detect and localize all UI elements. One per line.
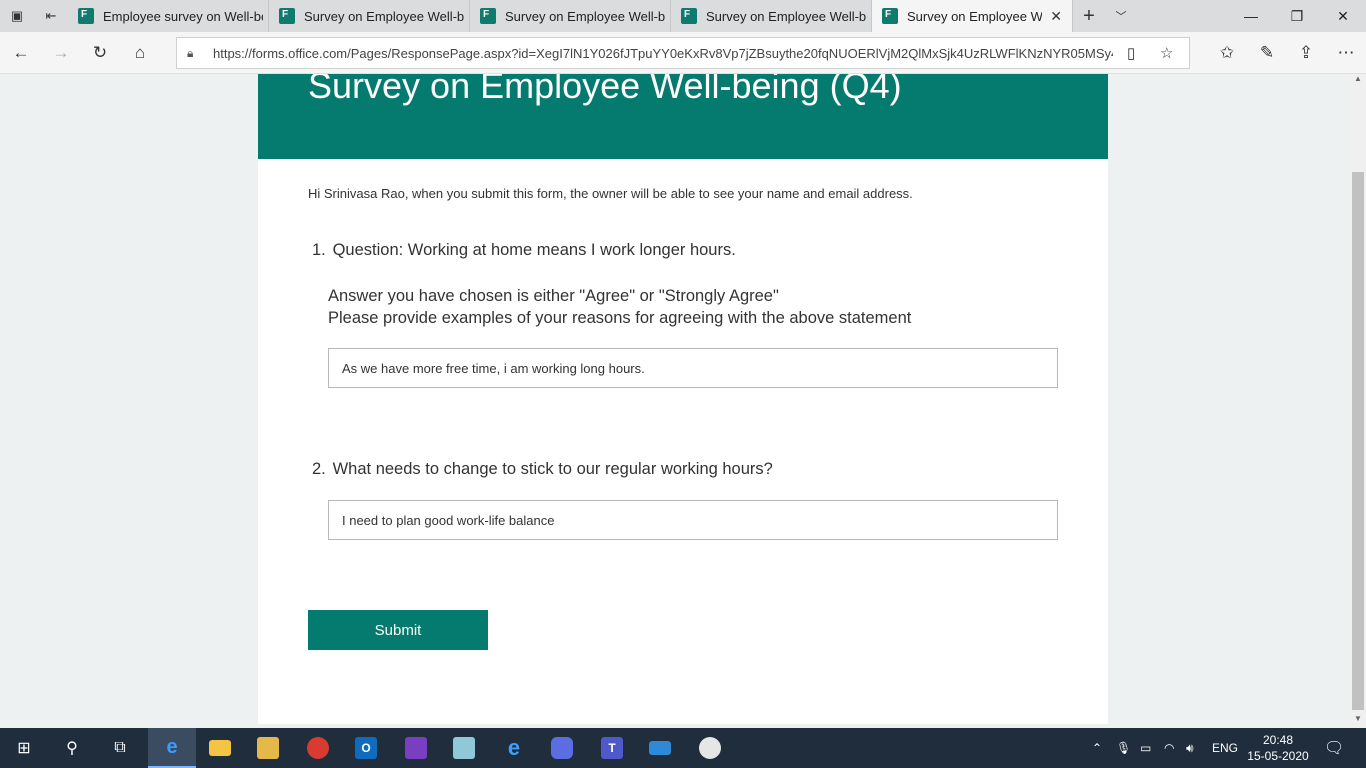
answer-1-input[interactable]: As we have more free time, i am working … — [328, 348, 1058, 388]
taskbar: ⊞ ⚲ ⧉ e O e T ⌃ 🎙︎ ▭ ◠ 🔊︎ ENG 20:48 15-0… — [0, 728, 1366, 768]
tab-label: Survey on Employee Well-b — [304, 8, 464, 24]
close-tab-icon[interactable]: ✕ — [1050, 8, 1062, 25]
chrome-icon[interactable] — [294, 728, 342, 768]
system-clock[interactable]: 20:48 15-05-2020 — [1244, 732, 1312, 764]
show-hidden-icons-icon[interactable]: ⌃ — [1092, 728, 1102, 768]
notifications-icon[interactable]: 🗨︎ — [1324, 728, 1344, 768]
back-icon[interactable]: ← — [8, 40, 34, 66]
tab-label: Employee survey on Well-be — [103, 8, 263, 24]
tab-label: Survey on Employee Well-b — [505, 8, 665, 24]
question-number: 1. — [312, 241, 326, 259]
question-number: 2. — [312, 460, 326, 478]
page-content: Survey on Employee Well-being (Q4) Hi Sr… — [0, 74, 1350, 728]
volume-icon[interactable]: 🔊︎ — [1186, 728, 1194, 768]
scrollbar-thumb[interactable] — [1352, 172, 1364, 710]
question-1: 1. Question: Working at home means I wor… — [312, 241, 736, 260]
minimize-icon[interactable]: — — [1228, 0, 1274, 32]
wifi-icon[interactable]: ◠ — [1164, 728, 1174, 768]
forward-icon[interactable]: → — [48, 40, 74, 66]
lock-icon: 🔒︎ — [187, 45, 194, 60]
forms-icon — [279, 8, 295, 24]
browser-tab-bar: ▣ ⇤ Employee survey on Well-be Survey on… — [0, 0, 1366, 32]
monitor-app-icon[interactable] — [636, 728, 684, 768]
paint-icon[interactable] — [686, 728, 734, 768]
forms-icon — [480, 8, 496, 24]
discord-icon[interactable] — [538, 728, 586, 768]
page-title: Survey on Employee Well-being (Q4) — [308, 74, 902, 106]
microphone-icon[interactable]: 🎙︎ — [1116, 728, 1131, 768]
scroll-up-icon[interactable]: ▲ — [1350, 74, 1366, 88]
close-window-icon[interactable]: ✕ — [1320, 0, 1366, 32]
start-windows-icon[interactable]: ⊞ — [0, 728, 48, 768]
tab-survey-2[interactable]: Survey on Employee Well-b — [269, 0, 470, 32]
question-2: 2. What needs to change to stick to our … — [312, 460, 773, 479]
home-icon[interactable]: ⌂ — [127, 40, 153, 66]
forms-icon — [681, 8, 697, 24]
outlook-icon[interactable]: O — [342, 728, 390, 768]
app-tools-icon[interactable] — [244, 728, 292, 768]
refresh-icon[interactable]: ↻ — [87, 40, 113, 66]
teams-icon[interactable]: T — [588, 728, 636, 768]
navigation-bar: ← → ↻ ⌂ 🔒︎ https://forms.office.com/Page… — [0, 32, 1366, 74]
search-icon[interactable]: ⚲ — [48, 728, 96, 768]
form-header: Survey on Employee Well-being (Q4) — [258, 74, 1108, 159]
address-bar[interactable]: 🔒︎ https://forms.office.com/Pages/Respon… — [176, 37, 1190, 69]
scroll-down-icon[interactable]: ▼ — [1350, 714, 1366, 728]
notes-app-icon[interactable] — [440, 728, 488, 768]
reading-view-icon[interactable]: ▯ — [1127, 44, 1135, 62]
language-indicator[interactable]: ENG — [1212, 728, 1238, 768]
question-1-note: Answer you have chosen is either "Agree"… — [328, 287, 779, 305]
clock-time: 20:48 — [1262, 733, 1294, 747]
tab-survey-3[interactable]: Survey on Employee Well-b — [470, 0, 671, 32]
chevron-down-icon[interactable]: ﹀ — [1105, 0, 1137, 32]
forms-icon — [882, 8, 898, 24]
edge-app-icon[interactable]: e — [148, 728, 196, 768]
question-text: Question: Working at home means I work l… — [332, 241, 736, 259]
visual-studio-icon[interactable] — [392, 728, 440, 768]
tab-label: Survey on Employee We — [907, 8, 1042, 24]
tab-preview-icon[interactable]: ▣ — [0, 0, 34, 32]
internet-explorer-icon[interactable]: e — [490, 728, 538, 768]
pen-icon[interactable]: ✎ — [1254, 40, 1280, 66]
intro-text: Hi Srinivasa Rao, when you submit this f… — [308, 186, 913, 201]
favorite-star-icon[interactable]: ☆ — [1160, 44, 1173, 62]
new-tab-icon[interactable]: + — [1073, 0, 1105, 32]
question-text: What needs to change to stick to our reg… — [332, 460, 773, 478]
scrollbar[interactable]: ▲ ▼ — [1350, 74, 1366, 728]
file-explorer-icon[interactable] — [196, 728, 244, 768]
tab-employee-survey[interactable]: Employee survey on Well-be — [68, 0, 269, 32]
tab-label: Survey on Employee Well-b — [706, 8, 866, 24]
battery-icon[interactable]: ▭ — [1140, 728, 1151, 768]
clock-date: 15-05-2020 — [1247, 749, 1309, 763]
restore-icon[interactable]: ❐ — [1274, 0, 1320, 32]
tab-survey-4[interactable]: Survey on Employee Well-b — [671, 0, 872, 32]
forms-icon — [78, 8, 94, 24]
set-aside-tabs-icon[interactable]: ⇤ — [34, 0, 68, 32]
submit-button[interactable]: Submit — [308, 610, 488, 650]
task-view-icon[interactable]: ⧉ — [96, 728, 144, 768]
share-icon[interactable]: ⇪ — [1293, 40, 1319, 66]
question-1-instruction: Please provide examples of your reasons … — [328, 309, 912, 327]
more-icon[interactable]: ⋯ — [1333, 40, 1359, 66]
tab-survey-active[interactable]: Survey on Employee We ✕ — [872, 0, 1073, 32]
url-text: https://forms.office.com/Pages/ResponseP… — [213, 45, 1113, 61]
answer-2-input[interactable]: I need to plan good work-life balance — [328, 500, 1058, 540]
favorites-hub-icon[interactable]: ✩ — [1214, 40, 1240, 66]
form-card: Survey on Employee Well-being (Q4) Hi Sr… — [258, 74, 1108, 724]
